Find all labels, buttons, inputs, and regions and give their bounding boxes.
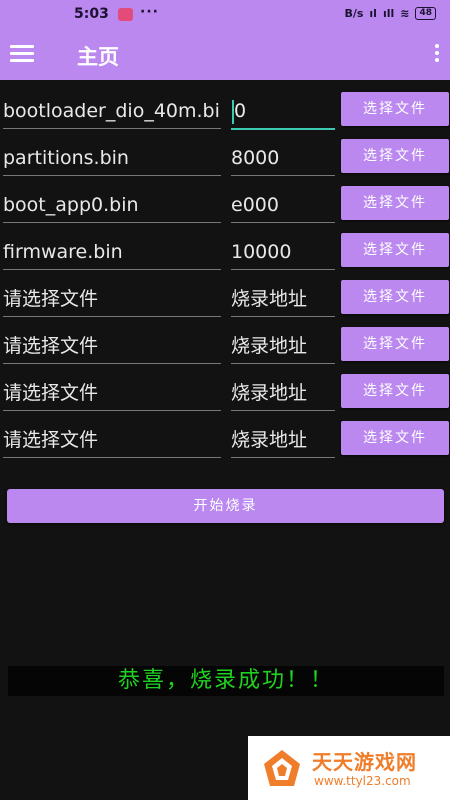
battery-icon: 48 (415, 7, 436, 20)
flash-address-input[interactable]: 烧录地址 (231, 423, 335, 458)
select-file-button[interactable]: 选择文件 (341, 139, 449, 173)
network-speed: B/s (344, 7, 364, 20)
status-bar: 5:03 ··· B/s ıl ıll ≋ 48 (0, 0, 450, 30)
status-time: 5:03 (74, 6, 109, 22)
flash-row: 请选择文件 烧录地址 选择文件 (0, 372, 450, 418)
file-path-field[interactable]: 请选择文件 (3, 329, 221, 364)
select-file-button[interactable]: 选择文件 (341, 421, 449, 455)
flash-address-input[interactable]: 烧录地址 (231, 376, 335, 411)
wifi-icon: ≋ (400, 7, 410, 20)
flash-address-input[interactable]: e000 (231, 188, 335, 223)
select-file-button[interactable]: 选择文件 (341, 92, 449, 126)
page-title: 主页 (77, 45, 119, 69)
flash-address-input[interactable]: 0 (231, 94, 335, 130)
watermark-url: www.ttyl23.com (314, 774, 411, 788)
status-icons: B/s ıl ıll ≋ 48 (344, 7, 436, 20)
select-file-button[interactable]: 选择文件 (341, 327, 449, 361)
flash-row: partitions.bin 8000 选择文件 (0, 137, 450, 183)
flash-result-log: 恭喜，烧录成功！！ (8, 666, 444, 696)
flash-row: 请选择文件 烧录地址 选择文件 (0, 419, 450, 465)
file-path-field[interactable]: bootloader_dio_40m.bin (3, 94, 221, 129)
file-path-field[interactable]: 请选择文件 (3, 282, 221, 317)
signal-icon-2: ıll (382, 7, 395, 20)
file-path-field[interactable]: 请选择文件 (3, 376, 221, 411)
select-file-button[interactable]: 选择文件 (341, 233, 449, 267)
select-file-button[interactable]: 选择文件 (341, 186, 449, 220)
start-flash-button[interactable]: 开始烧录 (7, 489, 444, 523)
file-path-field[interactable]: partitions.bin (3, 141, 221, 176)
select-file-button[interactable]: 选择文件 (341, 374, 449, 408)
flash-address-value: 0 (234, 100, 247, 122)
flash-address-input[interactable]: 8000 (231, 141, 335, 176)
watermark-name: 天天游戏网 (312, 750, 417, 774)
flash-row: firmware.bin 10000 选择文件 (0, 231, 450, 277)
file-path-field[interactable]: 请选择文件 (3, 423, 221, 458)
flash-address-input[interactable]: 10000 (231, 235, 335, 270)
flash-row: bootloader_dio_40m.bin 0 选择文件 (0, 90, 450, 136)
flash-address-input[interactable]: 烧录地址 (231, 282, 335, 317)
signal-icon: ıl (369, 7, 377, 20)
overflow-menu-icon[interactable] (434, 44, 440, 66)
file-path-field[interactable]: firmware.bin (3, 235, 221, 270)
file-path-field[interactable]: boot_app0.bin (3, 188, 221, 223)
flash-row: boot_app0.bin e000 选择文件 (0, 184, 450, 230)
more-notifications-icon: ··· (140, 4, 159, 20)
flash-row: 请选择文件 烧录地址 选择文件 (0, 278, 450, 324)
flash-row: 请选择文件 烧录地址 选择文件 (0, 325, 450, 371)
notification-icon (118, 8, 133, 21)
hamburger-menu-icon[interactable] (10, 45, 34, 63)
site-logo-icon (264, 750, 300, 786)
flash-address-input[interactable]: 烧录地址 (231, 329, 335, 364)
app-bar: 主页 (0, 30, 450, 80)
watermark-banner: 天天游戏网 www.ttyl23.com (248, 736, 450, 800)
select-file-button[interactable]: 选择文件 (341, 280, 449, 314)
